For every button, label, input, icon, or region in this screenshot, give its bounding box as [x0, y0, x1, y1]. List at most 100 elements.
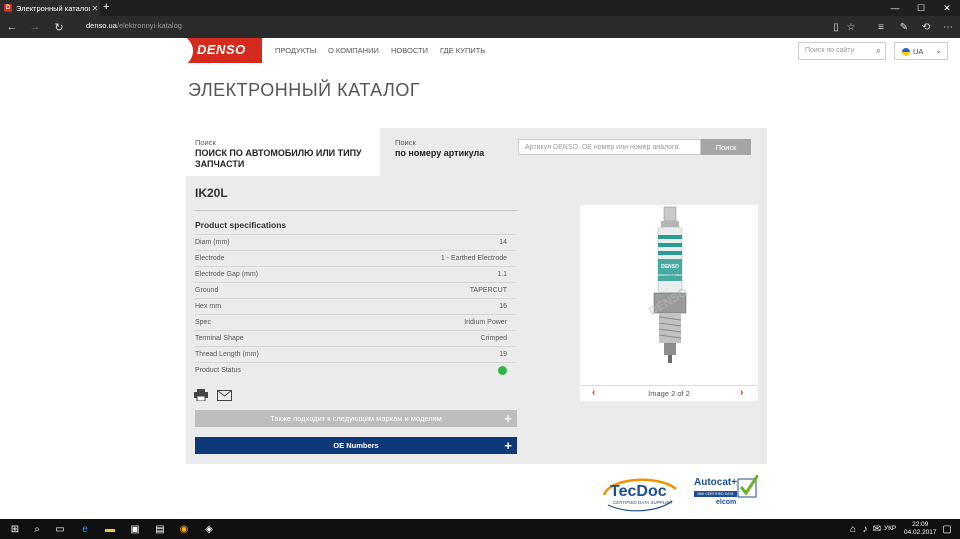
autocat-logo[interactable]: Autocat+	[694, 477, 737, 488]
close-tab-icon[interactable]: ✕	[90, 4, 100, 13]
tab-article-small: Поиск	[395, 138, 416, 147]
url-host: denso.ua	[86, 21, 117, 30]
notification-icon[interactable]: ✉	[870, 522, 884, 536]
site-search-placeholder: Поиск по сайту	[805, 47, 855, 54]
spark-plug-image: DENSO IRIDIUM POWER DENSO	[646, 206, 690, 363]
tab-title: Электронный каталог -	[16, 3, 90, 13]
chrome-icon[interactable]: ◉	[177, 522, 191, 536]
spec-heading: Product specifications	[195, 220, 287, 230]
product-code: IK20L	[195, 186, 228, 200]
maximize-button[interactable]: ☐	[908, 0, 934, 16]
tecdoc-logo[interactable]: TecDoc	[610, 483, 667, 501]
site-search-input[interactable]: Поиск по сайту ⌕	[798, 42, 886, 60]
spec-value: 16	[499, 303, 507, 310]
share-icon[interactable]: ⟲	[918, 19, 934, 35]
table-row: Product Status	[195, 362, 517, 378]
spec-label: Diam (mm)	[195, 239, 230, 246]
clock-time: 22:09	[912, 521, 929, 528]
browser-tab-bar: D Электронный каталог - ✕ + — ☐ ✕	[0, 0, 960, 16]
autocat-subtitle: MMI CERTIFIED DATA	[694, 491, 737, 497]
spec-value: 1 - Earthed Electrode	[440, 255, 507, 262]
nav-products[interactable]: ПРОДУКТЫ	[275, 46, 316, 55]
back-arrow-icon[interactable]: ←	[4, 19, 20, 35]
more-icon[interactable]: ⋯	[940, 19, 956, 35]
task-view-icon[interactable]: ▭	[53, 522, 67, 536]
url-field[interactable]: denso.ua/elektronnyi-katalog	[86, 21, 182, 30]
game-icon[interactable]: ◈	[202, 522, 216, 536]
article-search-input[interactable]: Артикул DENSO, OE номер или номер аналог…	[518, 139, 701, 155]
tab-search-by-article[interactable]: Поиск по номеру артикула	[395, 138, 484, 159]
new-tab-button[interactable]: +	[103, 1, 109, 13]
hub-icon[interactable]: ≡	[873, 19, 889, 35]
oe-numbers-label: OE Numbers	[333, 441, 379, 450]
table-row: Spec Iridium Power	[195, 314, 517, 330]
table-row: Hex mm 16	[195, 298, 517, 314]
email-icon[interactable]	[217, 390, 232, 401]
oe-numbers-toggle[interactable]: OE Numbers +	[195, 437, 517, 454]
denso-logo[interactable]: DENSO	[157, 38, 262, 63]
search-icon[interactable]: ⌕	[30, 522, 44, 536]
spec-label: Ground	[195, 287, 219, 294]
plus-icon: +	[504, 438, 512, 453]
clock[interactable]: 22:09 04.02.2017	[904, 521, 937, 537]
spec-label: Electrode	[195, 255, 225, 262]
search-icon[interactable]: ⌕	[876, 45, 881, 56]
plus-icon: +	[504, 411, 512, 426]
input-language[interactable]: УКР	[884, 525, 896, 532]
spec-label: Thread Length (mm)	[195, 351, 259, 358]
tab-auto-small: Поиск	[195, 138, 216, 147]
logo-swoosh	[157, 38, 193, 63]
media-icon[interactable]: ▤	[153, 522, 167, 536]
minimize-button[interactable]: —	[882, 0, 908, 16]
ukraine-flag-icon	[902, 48, 910, 56]
spec-value: 14	[499, 239, 507, 246]
language-value: UA	[913, 47, 924, 56]
nav-about[interactable]: О КОМПАНИИ	[328, 46, 379, 55]
spec-value: 19	[499, 351, 507, 358]
spec-label: Terminal Shape	[195, 335, 244, 342]
plug-model-text: IRIDIUM POWER	[658, 273, 682, 277]
elcom-logo: elcom	[716, 499, 737, 506]
page-title: ЭЛЕКТРОННЫЙ КАТАЛОГ	[188, 80, 421, 100]
spec-label: Hex mm	[195, 303, 222, 310]
browser-tab[interactable]: D Электронный каталог - ✕	[0, 0, 100, 16]
image-divider	[580, 385, 758, 386]
web-note-icon[interactable]: ✎	[896, 19, 912, 35]
store-icon[interactable]: ▣	[128, 522, 142, 536]
spec-value: Crimped	[480, 335, 507, 342]
print-icon[interactable]	[194, 389, 208, 401]
language-select[interactable]: UA ⌄	[894, 42, 948, 60]
favorite-star-icon[interactable]: ☆	[843, 19, 859, 35]
refresh-icon[interactable]: ↻	[51, 19, 67, 35]
compatible-models-toggle[interactable]: Также подходит к следующим маркам и моде…	[195, 410, 517, 427]
spec-label: Product Status	[195, 367, 241, 374]
edge-browser-icon[interactable]: e	[78, 522, 92, 536]
reading-view-icon[interactable]: ▯	[828, 19, 844, 35]
action-center-icon[interactable]: ▢	[940, 522, 954, 536]
table-row: Electrode Gap (mm) 1.1	[195, 266, 517, 282]
windows-start-icon[interactable]: ⊞	[8, 522, 22, 536]
close-window-button[interactable]: ✕	[934, 0, 960, 16]
spec-value: Iridium Power	[464, 319, 507, 326]
spec-label: Spec	[195, 319, 211, 326]
address-bar-row: ← → ↻ denso.ua/elektronnyi-katalog ▯ ☆ ≡…	[0, 16, 960, 38]
status-dot-icon	[498, 366, 507, 375]
tab-auto-title: ПОИСК ПО АВТОМОБИЛЮ ИЛИ ТИПУ ЗАПЧАСТИ	[195, 148, 362, 169]
nav-where-to-buy[interactable]: ГДЕ КУПИТЬ	[440, 46, 485, 55]
file-explorer-icon[interactable]: ▬	[103, 522, 117, 536]
article-search-button[interactable]: Поиск	[701, 139, 751, 155]
table-row: Diam (mm) 14	[195, 234, 517, 250]
table-row: Ground TAPERCUT	[195, 282, 517, 298]
tab-search-by-vehicle[interactable]: Поиск ПОИСК ПО АВТОМОБИЛЮ ИЛИ ТИПУ ЗАПЧА…	[186, 128, 380, 176]
spec-value: TAPERCUT	[469, 287, 507, 294]
windows-taskbar: ⊞ ⌕ ▭ e ▬ ▣ ▤ ◉ ◈ ⌂ ♪ ✉ УКР 22:09 04.02.…	[0, 519, 960, 539]
clock-date: 04.02.2017	[904, 529, 937, 536]
spec-label: Electrode Gap (mm)	[195, 271, 259, 278]
forward-arrow-icon[interactable]: →	[27, 19, 43, 35]
nav-news[interactable]: НОВОСТИ	[391, 46, 428, 55]
article-placeholder: Артикул DENSO, OE номер или номер аналог…	[525, 144, 679, 151]
chevron-right-icon[interactable]: ›	[740, 387, 743, 398]
denso-favicon-icon: D	[4, 4, 12, 12]
plug-brand-text: DENSO	[661, 264, 679, 270]
divider	[195, 210, 517, 211]
